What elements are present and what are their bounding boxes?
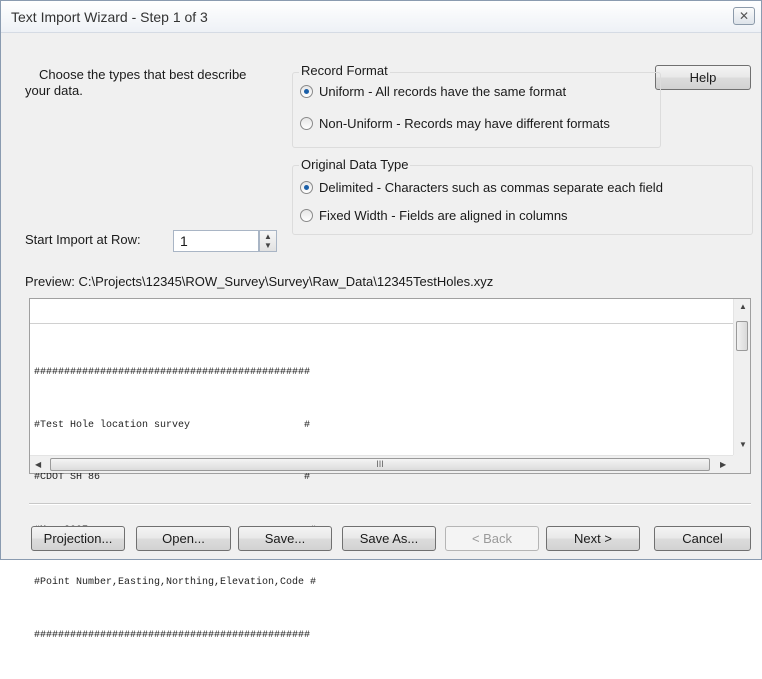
- scroll-left-icon[interactable]: ◀: [35, 460, 41, 469]
- radio-button-delimited[interactable]: [300, 181, 313, 194]
- back-button[interactable]: < Back: [445, 526, 539, 551]
- window-title: Text Import Wizard - Step 1 of 3: [11, 9, 208, 25]
- scroll-up-icon[interactable]: ▲: [739, 302, 747, 311]
- radio-delimited-label: Delimited - Characters such as commas se…: [319, 180, 663, 195]
- scrollbar-corner: [733, 455, 750, 473]
- vertical-scrollbar[interactable]: ▲ ▼: [733, 299, 750, 455]
- radio-uniform-label: Uniform - All records have the same form…: [319, 84, 567, 99]
- radio-non-uniform[interactable]: Non-Uniform - Records may have different…: [300, 116, 610, 131]
- save-button[interactable]: Save...: [238, 526, 332, 551]
- vertical-scroll-thumb[interactable]: [736, 321, 748, 351]
- scroll-down-icon[interactable]: ▼: [739, 440, 747, 449]
- start-row-spinner[interactable]: ▲ ▼: [259, 230, 277, 252]
- close-icon[interactable]: ✕: [733, 7, 755, 25]
- horizontal-scrollbar[interactable]: ◀ III ▶: [30, 455, 735, 473]
- preview-line: ########################################…: [34, 367, 311, 378]
- radio-button-uniform[interactable]: [300, 85, 313, 98]
- title-bar[interactable]: Text Import Wizard - Step 1 of 3 ✕: [1, 1, 761, 33]
- radio-non-uniform-label: Non-Uniform - Records may have different…: [319, 116, 610, 131]
- radio-delimited[interactable]: Delimited - Characters such as commas se…: [300, 180, 663, 195]
- help-button[interactable]: Help: [655, 65, 751, 90]
- horizontal-scroll-thumb[interactable]: III: [50, 458, 710, 471]
- open-button[interactable]: Open...: [136, 526, 231, 551]
- scroll-right-icon[interactable]: ▶: [720, 460, 726, 469]
- radio-fixed-width-label: Fixed Width - Fields are aligned in colu…: [319, 208, 568, 223]
- intro-text-line2: your data.: [25, 83, 83, 98]
- projection-button[interactable]: Projection...: [31, 526, 125, 551]
- preview-pane[interactable]: ########################################…: [29, 298, 751, 641]
- start-row-label: Start Import at Row:: [25, 232, 141, 247]
- next-button[interactable]: Next >: [546, 526, 640, 551]
- record-format-title: Record Format: [299, 63, 390, 78]
- radio-uniform[interactable]: Uniform - All records have the same form…: [300, 84, 566, 99]
- preview-line: ########################################…: [34, 629, 311, 641]
- cancel-button[interactable]: Cancel: [654, 526, 751, 551]
- original-data-type-title: Original Data Type: [299, 157, 411, 172]
- start-row-input[interactable]: 1: [173, 230, 259, 252]
- spin-down-icon[interactable]: ▼: [264, 241, 272, 250]
- radio-fixed-width[interactable]: Fixed Width - Fields are aligned in colu…: [300, 208, 568, 223]
- intro-text-line1: Choose the types that best describe: [39, 67, 247, 82]
- separator: [29, 503, 751, 505]
- preview-line: #Test Hole location survey #: [34, 419, 311, 431]
- preview-header-row: [30, 299, 735, 324]
- radio-button-non-uniform[interactable]: [300, 117, 313, 130]
- preview-line: #Point Number,Easting,Northing,Elevation…: [34, 577, 317, 588]
- save-as-button[interactable]: Save As...: [342, 526, 436, 551]
- preview-path-label: Preview: C:\Projects\12345\ROW_Survey\Su…: [25, 274, 494, 289]
- text-import-wizard-dialog: Text Import Wizard - Step 1 of 3 ✕ Choos…: [0, 0, 762, 641]
- radio-button-fixed-width[interactable]: [300, 209, 313, 222]
- spin-up-icon[interactable]: ▲: [264, 232, 272, 241]
- original-data-type-group: [292, 165, 753, 235]
